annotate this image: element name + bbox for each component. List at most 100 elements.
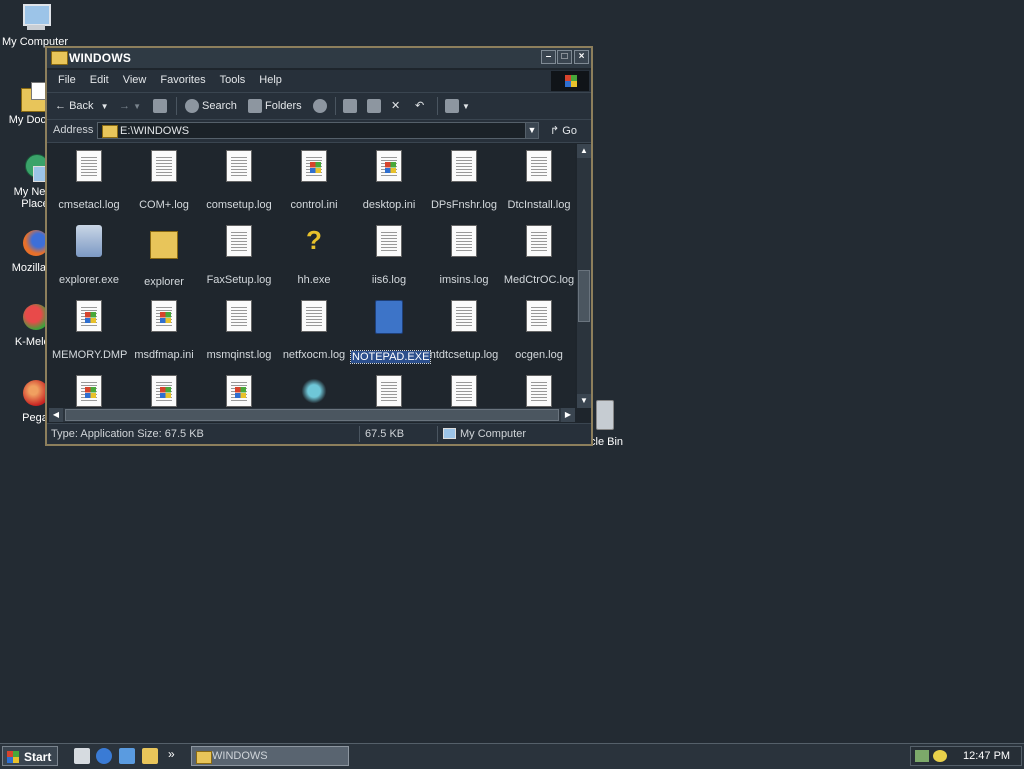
- clock: 12:47 PM: [963, 750, 1011, 762]
- file-name: NOTEPAD.EXE: [349, 350, 432, 364]
- windows-logo-icon: [7, 751, 19, 763]
- start-button[interactable]: Start: [2, 746, 58, 766]
- taskbar-button-windows[interactable]: WINDOWS: [191, 746, 349, 766]
- close-button[interactable]: ×: [574, 50, 589, 64]
- file-item[interactable]: iis6.log: [351, 225, 427, 286]
- status-zone: My Computer: [460, 428, 527, 440]
- file-item[interactable]: [126, 375, 202, 408]
- internet-explorer-icon[interactable]: [96, 748, 112, 764]
- file-item[interactable]: [276, 375, 352, 408]
- security-tray-icon[interactable]: [933, 750, 947, 762]
- file-name: cmsetacl.log: [58, 199, 120, 211]
- file-item[interactable]: cmsetacl.log: [51, 150, 127, 211]
- file-item[interactable]: [201, 375, 277, 408]
- desktop-icon-my-computer[interactable]: My Computer: [0, 2, 70, 48]
- menu-view[interactable]: View: [116, 70, 154, 90]
- undo-button[interactable]: ↶: [415, 98, 424, 114]
- file-item[interactable]: DPsFnshr.log: [426, 150, 502, 211]
- config-file-icon: [151, 300, 177, 332]
- go-button[interactable]: ↱ Go: [550, 124, 577, 137]
- delete-icon: ✕: [391, 100, 401, 112]
- file-item[interactable]: comsetup.log: [201, 150, 277, 211]
- scroll-right-button[interactable]: ▶: [561, 408, 575, 422]
- file-item[interactable]: MEMORY.DMP: [51, 300, 127, 361]
- file-item[interactable]: ? hh.exe: [276, 225, 352, 286]
- file-item[interactable]: explorer: [126, 225, 202, 288]
- text-file-icon: [301, 300, 327, 332]
- folder-icon: [102, 125, 118, 138]
- chevron-down-icon[interactable]: ▼: [101, 102, 109, 111]
- title-bar[interactable]: WINDOWS – □ ×: [47, 48, 591, 68]
- menu-file[interactable]: File: [51, 70, 83, 90]
- go-arrow-icon: ↱: [550, 125, 560, 137]
- copy-to-button[interactable]: [367, 98, 384, 114]
- file-item[interactable]: [426, 375, 502, 408]
- text-file-icon: [451, 375, 477, 407]
- quicklaunch-overflow[interactable]: »: [168, 747, 175, 761]
- file-item[interactable]: msmqinst.log: [201, 300, 277, 361]
- search-button[interactable]: Search: [185, 98, 237, 114]
- file-item[interactable]: DtcInstall.log: [501, 150, 575, 211]
- folders-button[interactable]: Folders: [248, 98, 302, 114]
- file-item[interactable]: desktop.ini: [351, 150, 427, 211]
- file-item[interactable]: MedCtrOC.log: [501, 225, 575, 286]
- address-input[interactable]: E:\WINDOWS: [97, 122, 539, 139]
- network-tray-icon[interactable]: [915, 750, 929, 762]
- status-size: 67.5 KB: [365, 428, 405, 440]
- file-item[interactable]: explorer.exe: [51, 225, 127, 286]
- file-name: explorer: [144, 276, 184, 288]
- delete-button[interactable]: ✕: [391, 98, 400, 114]
- file-item[interactable]: imsins.log: [426, 225, 502, 286]
- file-item[interactable]: ntdtcsetup.log: [426, 300, 502, 361]
- maximize-button[interactable]: □: [557, 50, 572, 64]
- file-item[interactable]: control.ini: [276, 150, 352, 211]
- file-item[interactable]: ocgen.log: [501, 300, 575, 361]
- text-file-icon: [451, 225, 477, 257]
- forward-button[interactable]: → ▼: [119, 98, 141, 114]
- scroll-left-button[interactable]: ◀: [49, 408, 63, 422]
- file-item[interactable]: [51, 375, 127, 408]
- file-name: COM+.log: [139, 199, 189, 211]
- scroll-thumb[interactable]: [578, 270, 590, 322]
- file-item[interactable]: msdfmap.ini: [126, 300, 202, 361]
- menu-favorites[interactable]: Favorites: [153, 70, 212, 90]
- menu-bar: File Edit View Favorites Tools Help: [47, 70, 591, 93]
- file-item[interactable]: netfxocm.log: [276, 300, 352, 361]
- outlook-express-icon[interactable]: [119, 748, 135, 764]
- history-icon: [313, 99, 327, 114]
- text-file-icon: [226, 150, 252, 182]
- menu-tools[interactable]: Tools: [213, 70, 253, 90]
- file-item[interactable]: NOTEPAD.EXE: [349, 300, 432, 364]
- up-folder-button[interactable]: [153, 98, 170, 114]
- file-item[interactable]: [351, 375, 427, 408]
- file-list: cmsetacl.log COM+.log comsetup.log control.…: [49, 144, 575, 408]
- explorer-window[interactable]: WINDOWS – □ × File Edit View Favorites Tools…: [45, 46, 593, 446]
- file-item[interactable]: FaxSetup.log: [201, 225, 277, 286]
- taskbar-button-label: WINDOWS: [212, 750, 268, 762]
- windows-explorer-icon[interactable]: [142, 748, 158, 764]
- history-button[interactable]: [313, 98, 330, 114]
- text-file-icon: [451, 150, 477, 182]
- show-desktop-icon[interactable]: [74, 748, 90, 764]
- file-name: explorer.exe: [59, 274, 119, 286]
- back-button[interactable]: ← Back ▼: [55, 98, 109, 114]
- scroll-thumb[interactable]: [65, 409, 559, 421]
- file-item[interactable]: [501, 375, 575, 408]
- file-item[interactable]: COM+.log: [126, 150, 202, 211]
- move-to-button[interactable]: [343, 98, 360, 114]
- undo-icon: ↶: [415, 100, 425, 112]
- file-name: MedCtrOC.log: [503, 274, 575, 286]
- vertical-scrollbar[interactable]: ▲ ▼: [577, 144, 591, 408]
- menu-edit[interactable]: Edit: [83, 70, 116, 90]
- scroll-up-button[interactable]: ▲: [577, 144, 591, 158]
- address-bar: Address E:\WINDOWS ▼ ↱ Go: [47, 120, 591, 143]
- scroll-down-button[interactable]: ▼: [577, 394, 591, 408]
- text-file-icon: [526, 225, 552, 257]
- minimize-button[interactable]: –: [541, 50, 556, 64]
- address-dropdown-button[interactable]: ▼: [525, 122, 539, 139]
- file-name: desktop.ini: [362, 199, 416, 211]
- views-button[interactable]: ▼: [445, 98, 470, 114]
- horizontal-scrollbar[interactable]: ◀ ▶: [49, 408, 575, 422]
- system-tray: 12:47 PM: [910, 746, 1022, 766]
- menu-help[interactable]: Help: [252, 70, 289, 90]
